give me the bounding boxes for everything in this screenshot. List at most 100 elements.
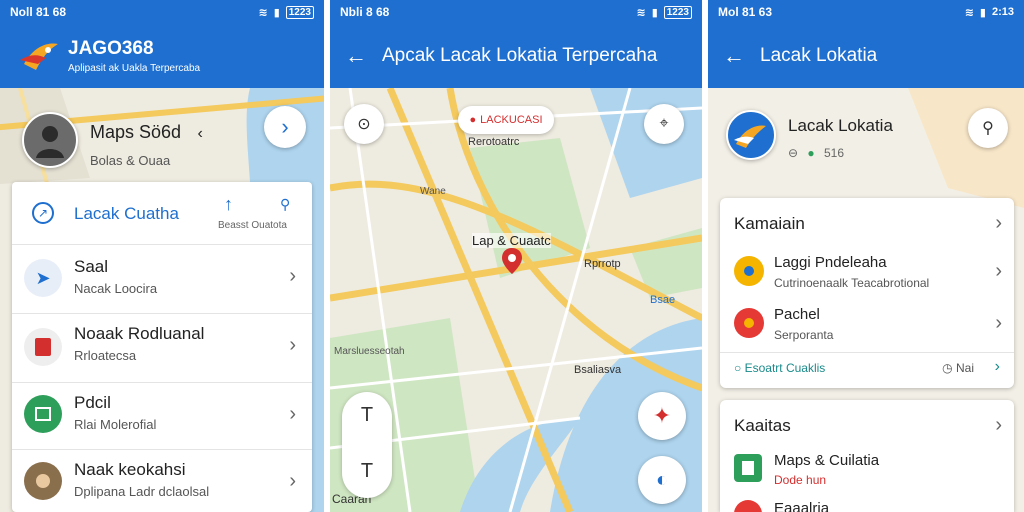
map-label: Marsluesseotah (334, 346, 405, 357)
chevron-right-icon: › (289, 334, 296, 356)
location-pin-icon[interactable]: ⚲ (280, 196, 290, 213)
list-item-subtitle: Serporanta (774, 328, 834, 342)
chevron-right-icon[interactable]: › (995, 414, 1002, 437)
compass-button[interactable]: ◐ (638, 456, 686, 504)
signal-icon: ▮ (979, 6, 986, 19)
app-logo-icon (726, 110, 776, 160)
status-dot-icon: ⊖ (788, 146, 799, 160)
list-item-subtitle: Rrloatecsa (74, 348, 137, 363)
search-icon: ↗ (32, 202, 54, 224)
pin-callout[interactable]: ● LACKUCASI (458, 106, 554, 134)
app-name: JAGO368 (68, 38, 154, 59)
list-item-title: Laggi Pndeleaha (774, 254, 887, 271)
search-row[interactable]: ↗ Lacak Cuatha ↑ ⚲ Beasst Ouatota (12, 182, 312, 244)
list-item-title: Saal (74, 257, 109, 276)
location-marker-icon[interactable] (502, 248, 522, 274)
map-label: Bsae (650, 294, 676, 306)
zoom-in-button[interactable]: T (342, 404, 392, 427)
chevron-right-icon: › (289, 403, 296, 425)
locate-me-icon: ⊙ (357, 116, 371, 133)
chevron-right-icon[interactable]: › (995, 212, 1002, 235)
chevron-right-icon: › (289, 470, 296, 492)
list-item[interactable]: Eaaalria (720, 496, 1014, 512)
profile-subtitle: Bolas & Ouaa (90, 153, 171, 168)
next-button[interactable]: › (264, 106, 306, 148)
clock-text: 2:13 (991, 6, 1014, 18)
list-item[interactable]: Laggi Pndeleaha Cutrinoenaalk Teacabroti… (720, 250, 1014, 300)
map-pin-icon: ⌖ (659, 115, 669, 132)
list-item[interactable]: Pachel Serporanta › (720, 304, 1014, 352)
map-pin-button[interactable]: ⌖ (644, 104, 684, 144)
pin-callout-label: LACKUCASI (480, 114, 543, 126)
status-bar: Noll 81 68 ≋ ▮ 1223 (0, 0, 324, 24)
map-label: Rerotoatrc (468, 136, 520, 148)
list-item-title: Pachel (774, 306, 820, 323)
phone-screen-tracking: Mol 81 63 ≋ ▮ 2:13 ← Lacak Lokatia Lacak… (708, 0, 1024, 512)
card-title: Kamaiain (734, 214, 805, 233)
avatar[interactable] (22, 112, 78, 168)
app-header: ← Lacak Lokatia (708, 24, 1024, 88)
page-title: Lacak Lokatia (760, 45, 878, 66)
maps-app-icon (734, 454, 762, 482)
chevron-right-icon[interactable]: › (995, 358, 1000, 376)
place-pin-icon (734, 308, 764, 338)
location-pin-icon: ⚲ (982, 120, 994, 137)
document-icon (24, 328, 62, 366)
status-left: Noll 81 68 (10, 5, 67, 19)
wifi-icon: ≋ (258, 6, 268, 19)
places-card: Kamaiain › Laggi Pndeleaha Cutrinoenaalk… (720, 198, 1014, 388)
card-title: Kaaitas (734, 416, 791, 435)
profile-caret[interactable]: ‹ (198, 125, 203, 142)
chevron-right-icon: › (281, 114, 289, 139)
list-item-title: Naak keokahsi (74, 460, 186, 479)
chevron-right-icon: › (289, 265, 296, 287)
screenshot-collage: Noll 81 68 ≋ ▮ 1223 JAGO368 Aplipasit ak… (0, 0, 1024, 512)
zoom-out-button[interactable]: T (342, 460, 392, 483)
footer-link[interactable]: ○ Esoatrt Cuaklis (734, 361, 825, 375)
battery-indicator: 1223 (663, 5, 692, 19)
tracking-meta: 516 (824, 146, 845, 160)
app-header: JAGO368 Aplipasit ak Uakla Terpercaba (0, 24, 324, 88)
wifi-icon: ≋ (964, 6, 974, 19)
list-item-title: Pdcil (74, 393, 111, 412)
map-icon (24, 395, 62, 433)
list-item-subtitle: Rlai Molerofial (74, 417, 157, 432)
report-button[interactable]: ✦ (638, 392, 686, 440)
back-arrow-icon[interactable]: ← (330, 43, 382, 69)
map-label: Wane (420, 186, 446, 197)
location-button[interactable]: ⚲ (968, 108, 1008, 148)
map-label: Rprrotp (584, 258, 621, 270)
status-left: Nbli 8 68 (340, 5, 390, 19)
list-item[interactable]: Naak keokahsi Dplipana Ladr dclaolsal › (12, 450, 312, 512)
list-item[interactable]: ➤ Saal Nacak Loocira › (12, 245, 312, 313)
battery-indicator: 1223 (285, 5, 314, 19)
list-item-subtitle: Dode hun (774, 473, 827, 487)
status-left: Mol 81 63 (718, 5, 773, 19)
search-action[interactable]: Beasst Ouatota (218, 220, 287, 231)
tracking-title: Lacak Lokatia (788, 116, 893, 135)
online-dot-icon: ● (807, 146, 815, 160)
list-item-subtitle: Dplipana Ladr dclaolsal (74, 484, 210, 499)
profile-name: Maps Sö6d (90, 122, 182, 142)
compass-icon: ◐ (655, 468, 669, 491)
navigation-icon: ➤ (24, 259, 62, 297)
list-item-title: Maps & Cuilatia (774, 452, 880, 469)
clock-icon: ◷ (942, 361, 956, 375)
list-item[interactable]: Pdcil Rlai Molerofial › (12, 383, 312, 449)
categories-card: Kaaitas › Maps & Cuilatia Dode hun Eaaal… (720, 400, 1014, 512)
circle-icon: ○ (734, 361, 745, 375)
upload-arrow-icon[interactable]: ↑ (224, 194, 233, 215)
pin-icon: ● (469, 114, 477, 126)
list-item[interactable]: Noaak Rodluanal Rrloatecsa › (12, 314, 312, 382)
search-label: Lacak Cuatha (74, 204, 179, 223)
gps-button[interactable]: ⊙ (344, 104, 384, 144)
chevron-right-icon: › (995, 260, 1002, 282)
list-item-subtitle: Cutrinoenaalk Teacabrotional (774, 276, 930, 290)
list-item-title: Noaak Rodluanal (74, 324, 205, 343)
signal-icon: ▮ (273, 6, 280, 19)
back-arrow-icon[interactable]: ← (708, 43, 760, 69)
phone-screen-home: Noll 81 68 ≋ ▮ 1223 JAGO368 Aplipasit ak… (0, 0, 324, 512)
list-item-subtitle: Nacak Loocira (74, 281, 158, 296)
list-item[interactable]: Maps & Cuilatia Dode hun (720, 452, 1014, 492)
page-title: Apcak Lacak Lokatia Terpercaha (382, 45, 658, 66)
